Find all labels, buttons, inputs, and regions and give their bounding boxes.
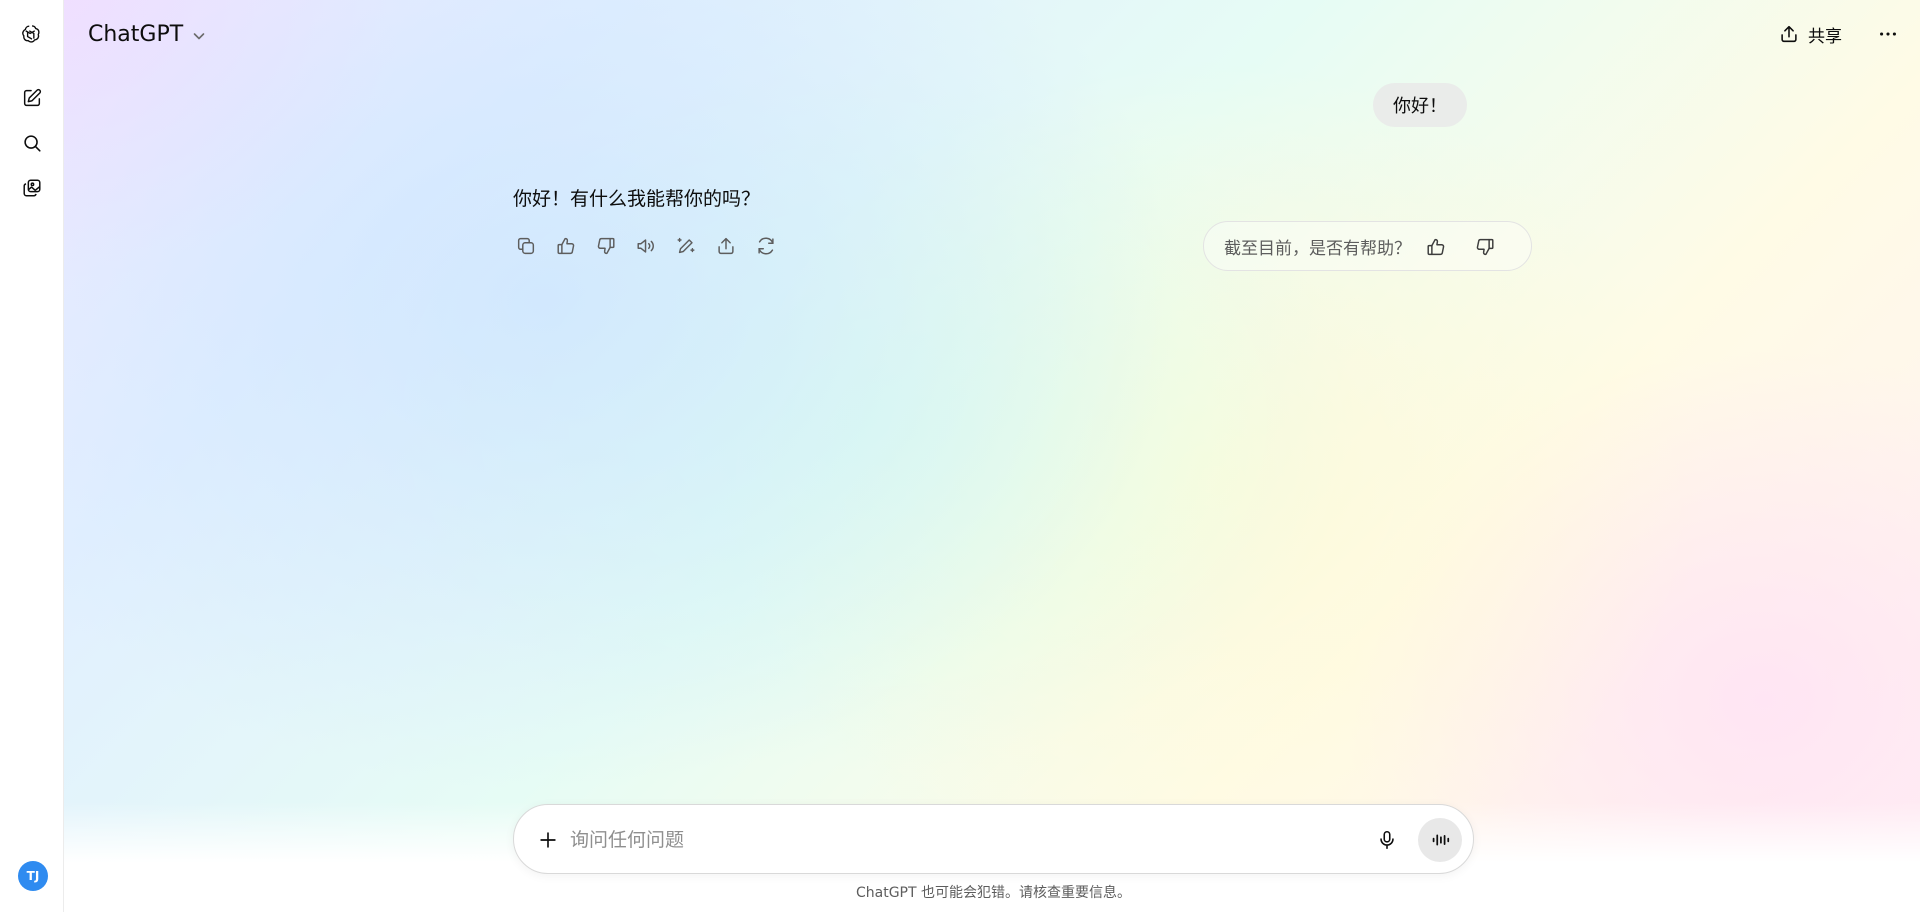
plus-icon (540, 832, 556, 848)
copy-icon (517, 237, 535, 255)
library-button[interactable] (16, 172, 48, 204)
attach-button[interactable] (534, 826, 562, 854)
openai-logo-icon[interactable] (16, 18, 48, 50)
thumbs-down-button[interactable] (592, 232, 620, 260)
avatar-initials: TJ (26, 869, 40, 883)
thumbs-down-icon (597, 237, 615, 255)
chat-app: TJ ChatGPT 共享 你好！ 你好！有什么我能帮你的吗？ 截至目前，是否有… (0, 0, 1920, 912)
thumbs-up-icon (1427, 238, 1445, 256)
voice-mode-button[interactable] (1418, 818, 1462, 862)
share-message-button[interactable] (712, 232, 740, 260)
microphone-icon (1380, 830, 1394, 850)
read-aloud-icon (637, 239, 654, 253)
feedback-prompt: 截至目前，是否有帮助？ (1203, 221, 1532, 271)
more-options-button[interactable] (1872, 18, 1904, 50)
chat-main: ChatGPT 共享 你好！ 你好！有什么我能帮你的吗？ 截至目前，是否有帮助？… (64, 0, 1920, 912)
more-horizontal-icon (1880, 32, 1896, 36)
assistant-message: 你好！有什么我能帮你的吗？ (513, 188, 761, 210)
user-message: 你好！ (1373, 83, 1467, 127)
thumbs-down-icon (1476, 238, 1494, 256)
search-button[interactable] (16, 127, 48, 159)
copy-button[interactable] (512, 232, 540, 260)
search-icon (24, 135, 41, 152)
feedback-text: 截至目前，是否有帮助？ (1224, 238, 1411, 259)
share-icon (718, 237, 734, 255)
thumbs-up-icon (557, 237, 575, 255)
thumbs-up-button[interactable] (552, 232, 580, 260)
disclaimer: ChatGPT 也可能会犯错。请核查重要信息。 (855, 885, 1131, 901)
message-actions (512, 232, 780, 260)
new-chat-button[interactable] (16, 82, 48, 114)
edit-canvas-button[interactable] (672, 232, 700, 260)
share-icon (1781, 25, 1797, 43)
model-switcher[interactable]: ChatGPT (88, 18, 207, 50)
sidebar-rail: TJ (0, 0, 64, 912)
edit-icon (23, 88, 42, 107)
avatar[interactable]: TJ (18, 861, 48, 891)
voice-waveform-icon (1432, 834, 1450, 846)
composer (513, 804, 1474, 874)
message-input[interactable] (570, 822, 1350, 858)
regenerate-button[interactable] (752, 232, 780, 260)
edit-canvas-icon (677, 237, 695, 254)
share-button[interactable]: 共享 (1778, 18, 1842, 50)
feedback-thumbs-down-button[interactable] (1472, 234, 1498, 260)
regenerate-icon (758, 237, 774, 255)
dictate-button[interactable] (1372, 825, 1402, 855)
read-aloud-button[interactable] (632, 232, 660, 260)
feedback-thumbs-up-button[interactable] (1423, 234, 1449, 260)
images-icon (23, 179, 41, 197)
model-name: ChatGPT (88, 21, 184, 47)
user-message-text: 你好！ (1393, 96, 1447, 117)
chevron-down-icon (193, 33, 205, 40)
share-label: 共享 (1808, 26, 1842, 47)
